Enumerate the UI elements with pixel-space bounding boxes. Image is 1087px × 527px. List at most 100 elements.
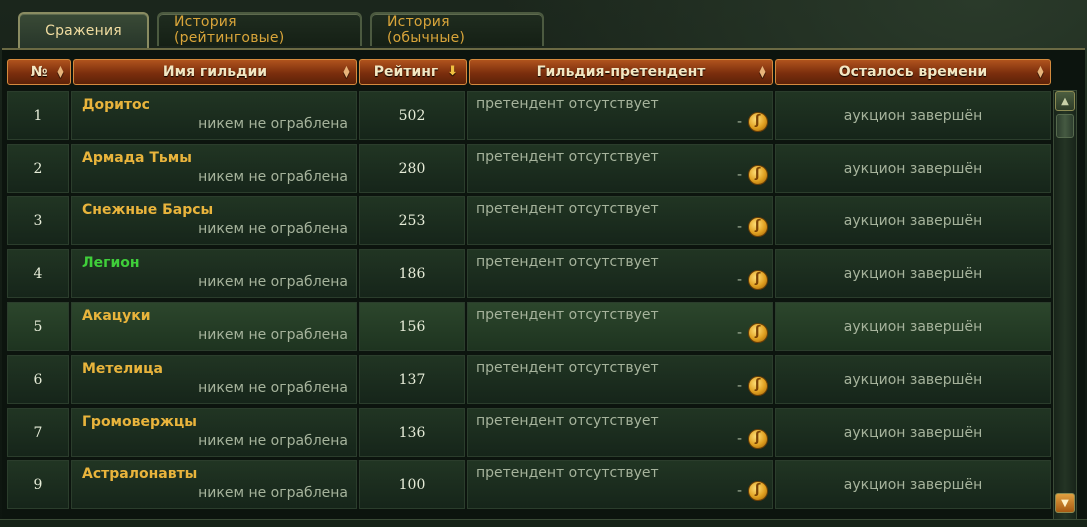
sort-arrows-icon: ▲ ▼ xyxy=(759,64,766,79)
robbed-status: никем не ограблена xyxy=(198,116,348,132)
rating-value: 100 xyxy=(359,460,465,509)
guild-name-link[interactable]: Доритос xyxy=(82,97,150,113)
row-number: 3 xyxy=(7,196,69,245)
tab-bar: Сражения История (рейтинговые) История (… xyxy=(18,12,544,48)
column-header-name[interactable]: Имя гильдии ▲ ▼ xyxy=(73,59,357,85)
challenger-cell: претендент отсутствует - xyxy=(467,355,773,404)
scroll-down-button[interactable]: ▼ xyxy=(1055,493,1075,513)
gold-coin-icon xyxy=(748,217,768,237)
gold-coin-icon xyxy=(748,112,768,132)
gold-coin-icon xyxy=(748,376,768,396)
guild-name-link[interactable]: Армада Тьмы xyxy=(82,150,192,166)
row-number: 1 xyxy=(7,91,69,140)
guild-name-cell: Астралонавты никем не ограблена xyxy=(71,460,357,509)
tab-history-normal[interactable]: История (обычные) xyxy=(370,12,544,46)
bid-amount: - xyxy=(736,325,742,341)
robbed-status: никем не ограблена xyxy=(198,327,348,343)
gold-coin-icon xyxy=(748,165,768,185)
robbed-status: никем не ограблена xyxy=(198,485,348,501)
robbed-status: никем не ограблена xyxy=(198,380,348,396)
column-header-challenger[interactable]: Гильдия-претендент ▲ ▼ xyxy=(469,59,773,85)
time-remaining: аукцион завершён xyxy=(775,408,1051,457)
rating-value: 137 xyxy=(359,355,465,404)
time-remaining: аукцион завершён xyxy=(775,144,1051,193)
column-header-time[interactable]: Осталось времени ▲ ▼ xyxy=(775,59,1051,85)
guild-name-link[interactable]: Громовержцы xyxy=(82,414,197,430)
row-number: 2 xyxy=(7,144,69,193)
bid-amount: - xyxy=(736,272,742,288)
bottom-border xyxy=(0,519,1087,527)
challenger-status: претендент отсутствует xyxy=(476,96,659,112)
scrollbar[interactable] xyxy=(1053,90,1077,520)
column-header-rating-label: Рейтинг xyxy=(373,64,439,80)
challenger-status: претендент отсутствует xyxy=(476,201,659,217)
window-frame: Сражения История (рейтинговые) История (… xyxy=(0,0,1087,527)
row-number: 5 xyxy=(7,302,69,351)
time-remaining: аукцион завершён xyxy=(775,249,1051,298)
bid-amount: - xyxy=(736,483,742,499)
guild-name-link[interactable]: Легион xyxy=(82,255,140,271)
guild-name-cell: Доритос никем не ограблена xyxy=(71,91,357,140)
robbed-status: никем не ограблена xyxy=(198,169,348,185)
scrollbar-thumb[interactable] xyxy=(1056,114,1074,138)
time-remaining: аукцион завершён xyxy=(775,460,1051,509)
challenger-cell: претендент отсутствует - xyxy=(467,302,773,351)
scroll-up-button[interactable]: ▲ xyxy=(1055,91,1075,111)
guild-name-cell: Метелица никем не ограблена xyxy=(71,355,357,404)
rating-value: 136 xyxy=(359,408,465,457)
chevron-up-icon: ▲ xyxy=(1061,95,1069,107)
rating-value: 502 xyxy=(359,91,465,140)
rating-value: 280 xyxy=(359,144,465,193)
column-header-rating[interactable]: Рейтинг ⬇ xyxy=(359,59,467,85)
bid-amount: - xyxy=(736,219,742,235)
chevron-down-icon: ▼ xyxy=(1061,497,1069,509)
challenger-cell: претендент отсутствует - xyxy=(467,249,773,298)
tab-battles[interactable]: Сражения xyxy=(18,12,149,48)
sort-arrows-icon: ▲ ▼ xyxy=(343,64,350,79)
guild-name-link[interactable]: Снежные Барсы xyxy=(82,202,213,218)
tab-history-rated[interactable]: История (рейтинговые) xyxy=(157,12,362,46)
gold-coin-icon xyxy=(748,481,768,501)
guild-name-link[interactable]: Акацуки xyxy=(82,308,151,324)
guild-name-link[interactable]: Метелица xyxy=(82,361,163,377)
guild-name-link[interactable]: Астралонавты xyxy=(82,466,197,482)
time-remaining: аукцион завершён xyxy=(775,196,1051,245)
column-header-num-label: № xyxy=(30,64,48,80)
guild-name-cell: Громовержцы никем не ограблена xyxy=(71,408,357,457)
challenger-status: претендент отсутствует xyxy=(476,307,659,323)
bid-amount: - xyxy=(736,114,742,130)
bid-amount: - xyxy=(736,431,742,447)
bid-amount: - xyxy=(736,167,742,183)
column-header-name-label: Имя гильдии xyxy=(162,64,268,80)
time-remaining: аукцион завершён xyxy=(775,91,1051,140)
sort-arrows-icon: ▲ ▼ xyxy=(57,64,64,79)
guild-name-cell: Легион никем не ограблена xyxy=(71,249,357,298)
robbed-status: никем не ограблена xyxy=(198,433,348,449)
sort-arrows-icon: ▲ ▼ xyxy=(1037,64,1044,79)
rating-value: 253 xyxy=(359,196,465,245)
column-header-time-label: Осталось времени xyxy=(838,64,988,80)
challenger-status: претендент отсутствует xyxy=(476,149,659,165)
gold-coin-icon xyxy=(748,270,768,290)
row-number: 6 xyxy=(7,355,69,404)
column-header-challenger-label: Гильдия-претендент xyxy=(536,64,706,80)
challenger-status: претендент отсутствует xyxy=(476,413,659,429)
guild-name-cell: Акацуки никем не ограблена xyxy=(71,302,357,351)
challenger-status: претендент отсутствует xyxy=(476,254,659,270)
battles-panel: № ▲ ▼ Имя гильдии ▲ ▼ Рейтинг ⬇ Гильдия-пр… xyxy=(2,48,1085,527)
row-number: 4 xyxy=(7,249,69,298)
challenger-cell: претендент отсутствует - xyxy=(467,196,773,245)
gold-coin-icon xyxy=(748,429,768,449)
rating-value: 156 xyxy=(359,302,465,351)
challenger-cell: претендент отсутствует - xyxy=(467,460,773,509)
challenger-status: претендент отсутствует xyxy=(476,360,659,376)
column-header-num[interactable]: № ▲ ▼ xyxy=(7,59,71,85)
bid-amount: - xyxy=(736,378,742,394)
challenger-cell: претендент отсутствует - xyxy=(467,408,773,457)
challenger-cell: претендент отсутствует - xyxy=(467,91,773,140)
sort-desc-icon: ⬇ xyxy=(447,64,458,79)
challenger-status: претендент отсутствует xyxy=(476,465,659,481)
robbed-status: никем не ограблена xyxy=(198,221,348,237)
challenger-cell: претендент отсутствует - xyxy=(467,144,773,193)
time-remaining: аукцион завершён xyxy=(775,355,1051,404)
